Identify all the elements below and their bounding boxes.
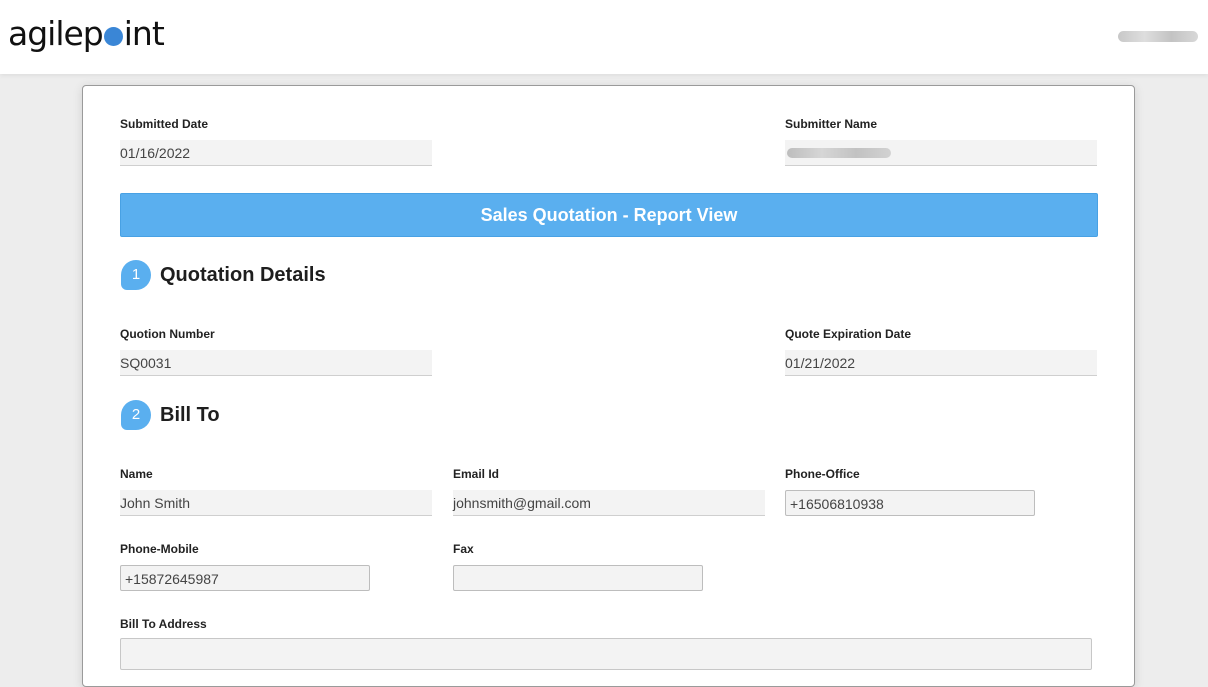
submitted-date-value[interactable]: 01/16/2022 <box>120 140 432 166</box>
submitter-name-redacted <box>787 148 891 158</box>
phone-mobile-input[interactable]: +15872645987 <box>120 565 370 591</box>
name-label: Name <box>120 467 153 481</box>
phone-mobile-field: Phone-Mobile +15872645987 <box>120 541 370 591</box>
form-card: Submitted Date 01/16/2022 Submitter Name… <box>82 85 1135 687</box>
email-field: Email Id johnsmith@gmail.com <box>453 466 765 516</box>
email-value[interactable]: johnsmith@gmail.com <box>453 490 765 516</box>
section-title: Bill To <box>160 403 220 426</box>
submitter-name-field: Submitter Name <box>785 116 1097 166</box>
phone-office-label: Phone-Office <box>785 467 860 481</box>
email-label: Email Id <box>453 467 500 481</box>
quote-expiration-field: Quote Expiration Date 01/21/2022 <box>785 326 1097 376</box>
quote-number-label: Quotion Number <box>120 327 215 341</box>
bill-to-address-input[interactable] <box>120 638 1092 670</box>
bill-to-address-field: Bill To Address <box>120 616 432 632</box>
section-quotation-details: 1 Quotation Details <box>121 260 326 290</box>
section-number-badge: 1 <box>121 260 151 290</box>
top-bar: agilep int <box>0 0 1208 74</box>
name-value[interactable]: John Smith <box>120 490 432 516</box>
agilepoint-logo[interactable]: agilep int <box>8 14 165 54</box>
fax-input[interactable] <box>453 565 703 591</box>
bill-to-address-label: Bill To Address <box>120 617 207 631</box>
logo-text-right: int <box>123 14 165 53</box>
phone-office-field: Phone-Office +16506810938 <box>785 466 1035 516</box>
section-title: Quotation Details <box>160 263 326 286</box>
report-title-banner: Sales Quotation - Report View <box>120 193 1098 237</box>
submitted-date-field: Submitted Date 01/16/2022 <box>120 116 432 166</box>
quote-expiration-label: Quote Expiration Date <box>785 327 912 341</box>
fax-label: Fax <box>453 542 474 556</box>
section-number-badge: 2 <box>121 400 151 430</box>
phone-mobile-label: Phone-Mobile <box>120 542 199 556</box>
quote-number-value[interactable]: SQ0031 <box>120 350 432 376</box>
section-bill-to: 2 Bill To <box>121 400 220 430</box>
submitted-date-label: Submitted Date <box>120 117 209 131</box>
name-field: Name John Smith <box>120 466 432 516</box>
user-menu-redacted[interactable] <box>1118 31 1198 42</box>
fax-field: Fax <box>453 541 703 591</box>
submitter-name-value[interactable] <box>785 140 1097 166</box>
quote-number-field: Quotion Number SQ0031 <box>120 326 432 376</box>
logo-text-left: agilep <box>8 14 104 53</box>
quote-expiration-value[interactable]: 01/21/2022 <box>785 350 1097 376</box>
phone-office-input[interactable]: +16506810938 <box>785 490 1035 516</box>
logo-dot-icon <box>103 26 123 46</box>
submitter-name-label: Submitter Name <box>785 117 878 131</box>
